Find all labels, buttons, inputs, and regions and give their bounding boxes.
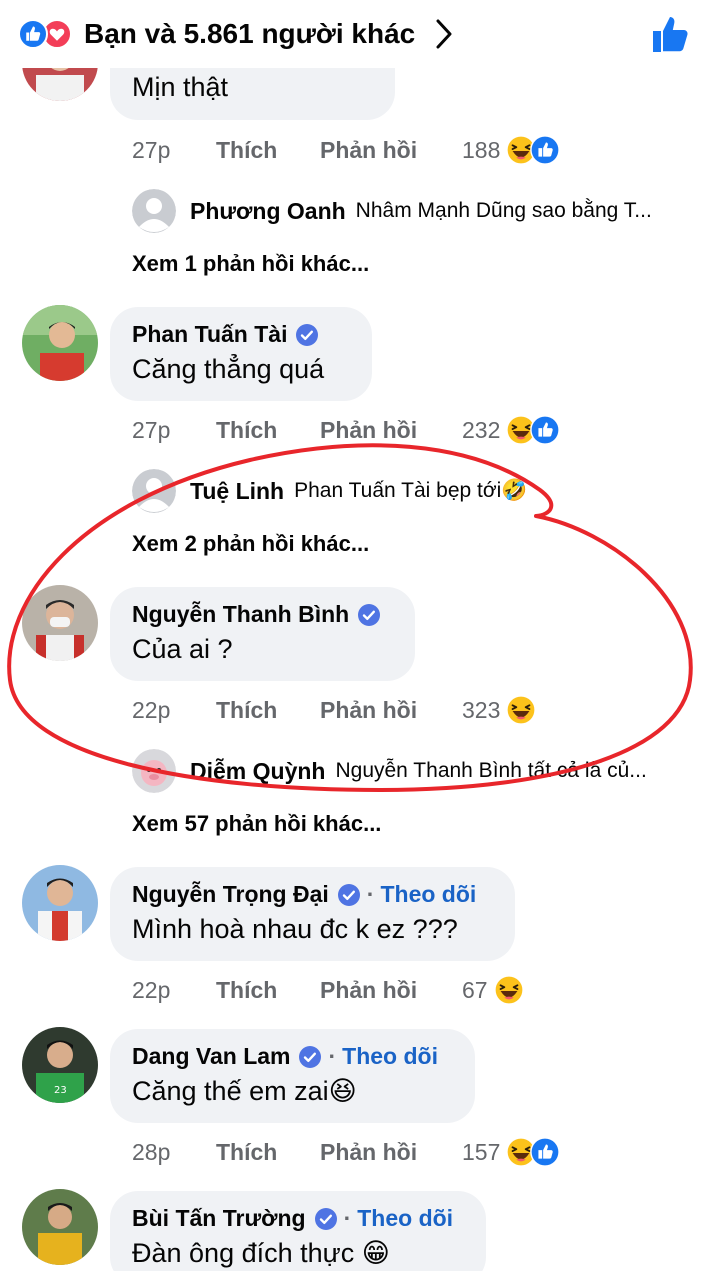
avatar[interactable] bbox=[22, 585, 98, 661]
follow-button[interactable]: Theo dõi bbox=[342, 1043, 438, 1070]
comment-actions: 27p Thích Phản hồi 188 bbox=[132, 135, 560, 165]
author-name[interactable]: Dang Van Lam bbox=[132, 1043, 290, 1070]
author-name[interactable]: Nguyễn Trọng Đại bbox=[132, 881, 329, 908]
comment-time: 22p bbox=[132, 696, 171, 723]
haha-emoji-icon bbox=[494, 975, 524, 1005]
like-button[interactable]: Thích bbox=[216, 417, 320, 444]
avatar[interactable]: 23 bbox=[22, 1027, 98, 1103]
reply-text: Nhâm Mạnh Dũng sao bằng T... bbox=[355, 199, 652, 222]
comment-author[interactable]: Nguyễn Trọng Đại · Theo dõi bbox=[132, 881, 493, 908]
reply-button[interactable]: Phản hồi bbox=[320, 1139, 462, 1166]
separator-dot: · bbox=[328, 1043, 337, 1069]
author-name[interactable]: Phan Tuấn Tài bbox=[132, 321, 287, 348]
reply-button[interactable]: Phản hồi bbox=[320, 977, 462, 1004]
chevron-right-icon[interactable] bbox=[433, 17, 455, 51]
separator-dot: · bbox=[366, 881, 375, 907]
like-icon bbox=[530, 415, 560, 445]
reply-text: Phan Tuấn Tài bẹp tới🤣 bbox=[294, 479, 528, 502]
reply-preview[interactable]: Tuệ Linh Phan Tuấn Tài bẹp tới🤣 bbox=[132, 469, 527, 513]
comment-bubble[interactable]: Phan Tuấn Tài Căng thẳng quá bbox=[110, 307, 372, 401]
comment-text: Mịn thật bbox=[132, 72, 229, 102]
separator-dot: · bbox=[343, 1205, 352, 1231]
reaction-count[interactable]: 188 bbox=[462, 137, 500, 164]
comment-bubble[interactable]: Nguyễn Thanh Bình Của ai ? bbox=[110, 587, 415, 681]
comment-text: Của ai ? bbox=[132, 634, 233, 664]
like-button[interactable]: Thích bbox=[216, 697, 320, 724]
reactions-header[interactable]: Bạn và 5.861 người khác bbox=[0, 0, 715, 68]
verified-icon bbox=[298, 1045, 322, 1069]
svg-text:23: 23 bbox=[54, 1085, 67, 1096]
comment-bubble[interactable]: Dang Van Lam · Theo dõi Căng thế em zai😆 bbox=[110, 1029, 475, 1123]
reaction-count[interactable]: 67 bbox=[462, 977, 488, 1004]
view-more-replies[interactable]: Xem 57 phản hồi khác... bbox=[132, 811, 381, 837]
comment-text: Đàn ông đích thực 😁 bbox=[132, 1238, 390, 1268]
author-name[interactable]: Bùi Tấn Trường bbox=[132, 1205, 306, 1232]
reply-author: Diễm Quỳnh bbox=[190, 757, 326, 784]
comment-bubble[interactable]: Nguyễn Trọng Đại · Theo dõi Mình hoà nha… bbox=[110, 867, 515, 961]
verified-icon bbox=[295, 323, 319, 347]
comment-time: 22p bbox=[132, 976, 171, 1003]
verified-icon bbox=[314, 1207, 338, 1231]
reaction-icons bbox=[18, 19, 72, 49]
comment-author[interactable]: Dang Van Lam · Theo dõi bbox=[132, 1043, 453, 1070]
comment-actions: 28p Thích Phản hồi 157 bbox=[132, 1137, 560, 1167]
comment-text: Mình hoà nhau đc k ez ??? bbox=[132, 914, 458, 944]
verified-icon bbox=[337, 883, 361, 907]
avatar bbox=[132, 749, 176, 793]
like-icon bbox=[530, 135, 560, 165]
reply-button[interactable]: Phản hồi bbox=[320, 137, 462, 164]
comment-text: Căng thế em zai😆 bbox=[132, 1076, 357, 1106]
comment-time: 27p bbox=[132, 416, 171, 443]
follow-button[interactable]: Theo dõi bbox=[380, 881, 476, 908]
thumbs-up-icon[interactable] bbox=[649, 12, 693, 56]
like-icon bbox=[530, 1137, 560, 1167]
comment-bubble[interactable]: Bùi Tấn Trường · Theo dõi Đàn ông đích t… bbox=[110, 1191, 486, 1271]
comment-actions: 22p Thích Phản hồi 67 bbox=[132, 975, 524, 1005]
avatar[interactable] bbox=[22, 1189, 98, 1265]
author-name[interactable]: Nguyễn Thanh Bình bbox=[132, 601, 349, 628]
avatar bbox=[132, 189, 176, 233]
reaction-count[interactable]: 323 bbox=[462, 697, 500, 724]
comment-time: 28p bbox=[132, 1138, 171, 1165]
avatar bbox=[132, 469, 176, 513]
view-more-replies[interactable]: Xem 1 phản hồi khác... bbox=[132, 251, 369, 277]
reactions-summary[interactable]: Bạn và 5.861 người khác bbox=[84, 18, 415, 50]
follow-button[interactable]: Theo dõi bbox=[357, 1205, 453, 1232]
comment-actions: 27p Thích Phản hồi 232 bbox=[132, 415, 560, 445]
comment-author[interactable]: Bùi Tấn Trường · Theo dõi bbox=[132, 1205, 464, 1232]
avatar[interactable] bbox=[22, 305, 98, 381]
reply-preview[interactable]: Phương Oanh Nhâm Mạnh Dũng sao bằng T... bbox=[132, 189, 652, 233]
verified-icon bbox=[357, 603, 381, 627]
like-button[interactable]: Thích bbox=[216, 1139, 320, 1166]
reply-author: Phương Oanh bbox=[190, 197, 346, 224]
reply-button[interactable]: Phản hồi bbox=[320, 417, 462, 444]
reaction-count[interactable]: 157 bbox=[462, 1139, 500, 1166]
avatar[interactable] bbox=[22, 865, 98, 941]
reaction-count[interactable]: 232 bbox=[462, 417, 500, 444]
reply-author: Tuệ Linh bbox=[190, 477, 285, 504]
haha-emoji-icon bbox=[506, 695, 536, 725]
comment-author[interactable]: Phan Tuấn Tài bbox=[132, 321, 350, 348]
like-button[interactable]: Thích bbox=[216, 137, 320, 164]
comment-actions: 22p Thích Phản hồi 323 bbox=[132, 695, 536, 725]
comment-time: 27p bbox=[132, 136, 171, 163]
like-icon bbox=[18, 19, 48, 49]
like-button[interactable]: Thích bbox=[216, 977, 320, 1004]
reply-button[interactable]: Phản hồi bbox=[320, 697, 462, 724]
view-more-replies[interactable]: Xem 2 phản hồi khác... bbox=[132, 531, 369, 557]
reply-text: Nguyễn Thanh Bình tất cả là củ... bbox=[335, 759, 647, 782]
comment-text: Căng thẳng quá bbox=[132, 354, 325, 384]
reply-preview[interactable]: Diễm Quỳnh Nguyễn Thanh Bình tất cả là c… bbox=[132, 749, 647, 793]
comment-author[interactable]: Nguyễn Thanh Bình bbox=[132, 601, 393, 628]
